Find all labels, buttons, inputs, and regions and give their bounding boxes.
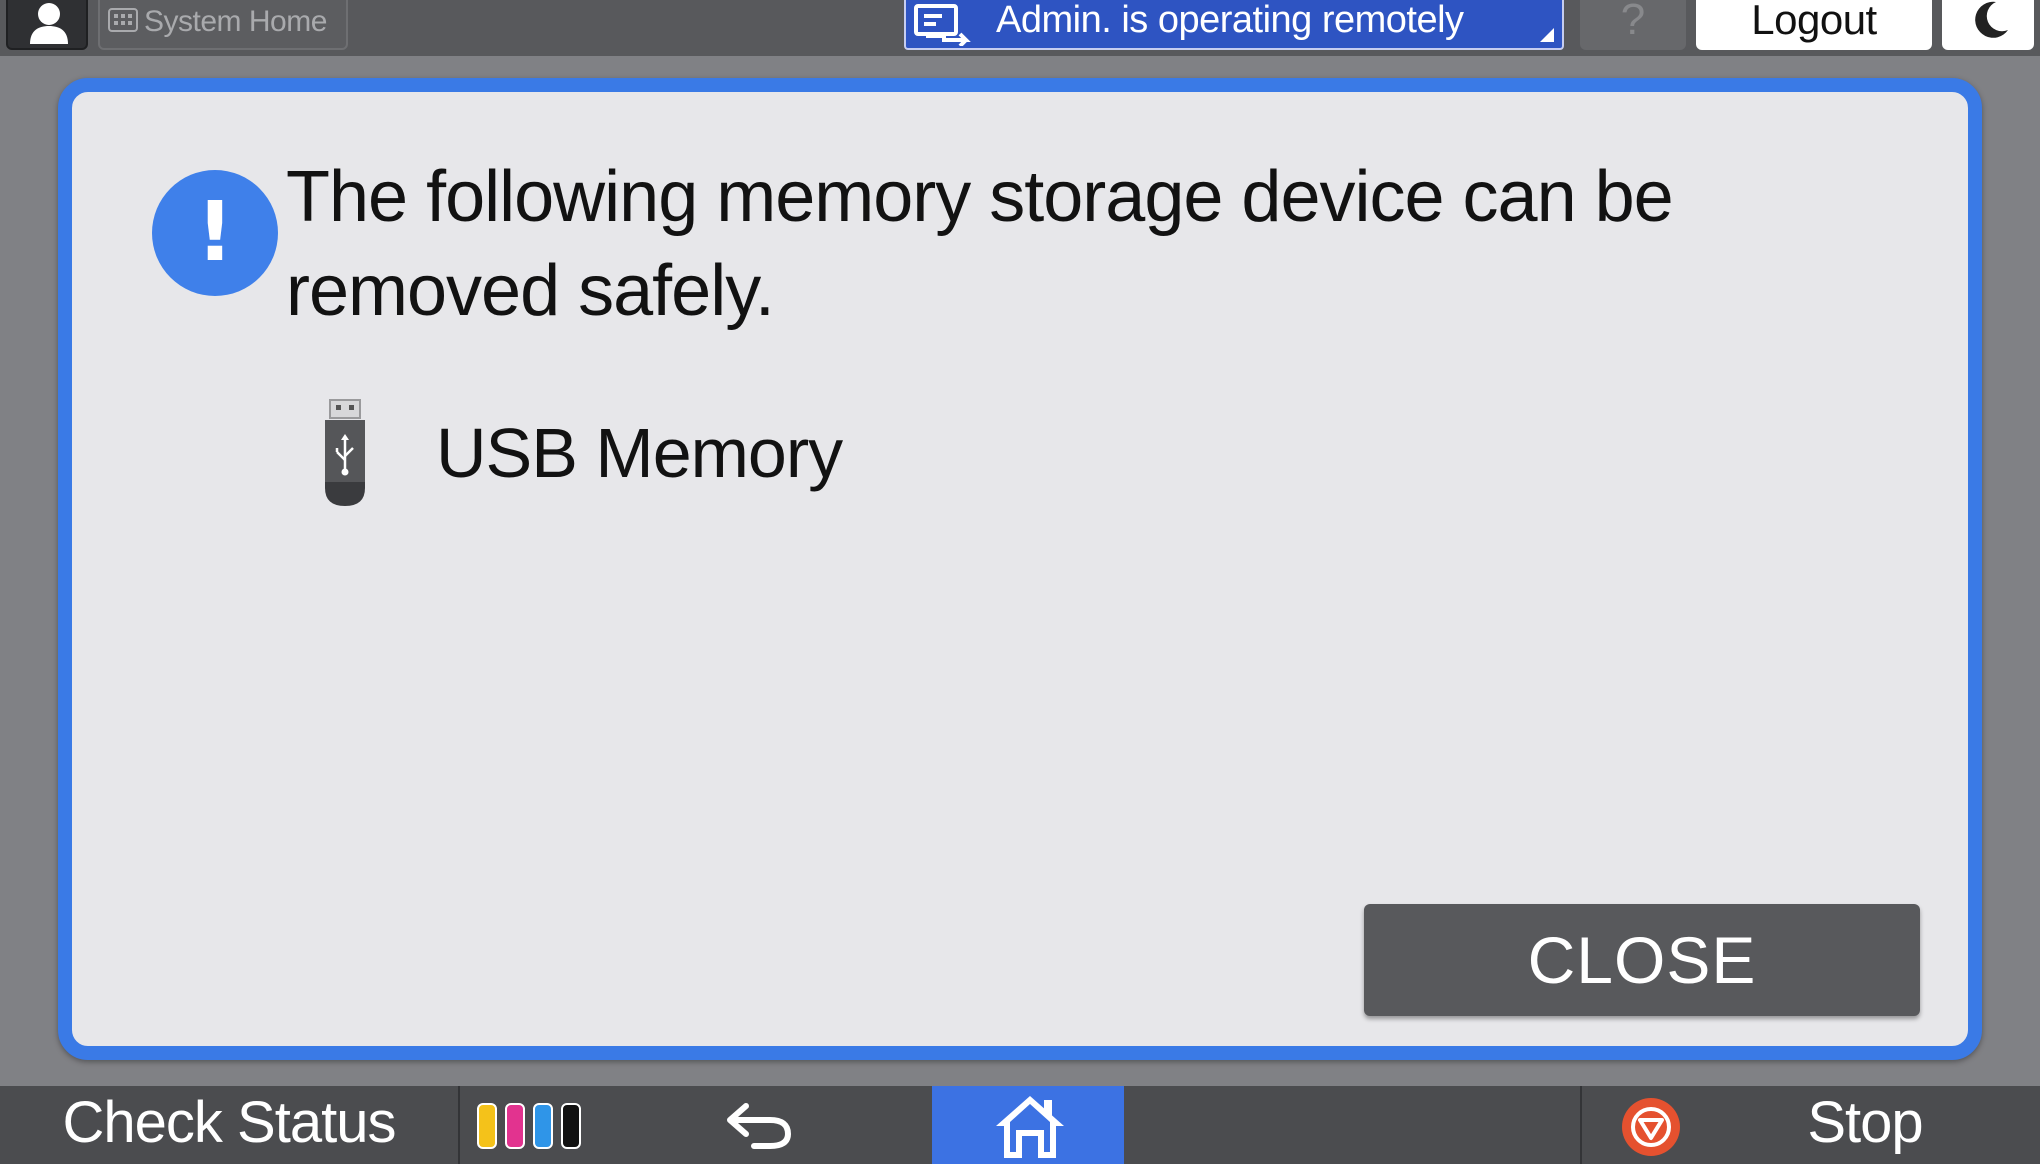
home-button[interactable] [932, 1086, 1124, 1164]
exclamation-icon: ! [152, 170, 278, 296]
top-bar: System Home Admin. is operating remotely… [0, 0, 2040, 56]
home-icon [996, 1096, 1064, 1158]
stop-button[interactable]: Stop [1780, 1086, 1950, 1160]
remote-operation-icon [914, 4, 971, 46]
system-home-button[interactable]: System Home [98, 0, 348, 50]
check-status-button[interactable]: Check Status [0, 1086, 458, 1164]
back-button[interactable] [690, 1086, 820, 1164]
close-button[interactable]: CLOSE [1364, 904, 1920, 1016]
toner-levels-icon[interactable] [476, 1102, 584, 1150]
moon-icon [1975, 1, 2008, 38]
device-name: USB Memory [436, 414, 843, 492]
energy-saver-button[interactable] [1942, 0, 2034, 50]
divider [458, 1086, 460, 1164]
help-button[interactable]: ? [1580, 0, 1686, 50]
removal-dialog: ! The following memory storage device ca… [58, 78, 1982, 1060]
remote-status-text: Admin. is operating remotely [996, 0, 1464, 41]
divider [1580, 1086, 1582, 1164]
dialog-message: The following memory storage device can … [286, 157, 1674, 331]
stop-icon[interactable] [1620, 1096, 1682, 1158]
back-arrow-icon [727, 1103, 792, 1149]
device-item: USB Memory [322, 398, 1022, 508]
user-button[interactable] [6, 0, 88, 50]
operation-panel-screen: System Home Admin. is operating remotely… [0, 0, 2040, 1164]
user-icon [30, 3, 68, 44]
usb-drive-icon [325, 399, 365, 506]
logout-button[interactable]: Logout [1696, 0, 1932, 50]
remote-operation-banner[interactable]: Admin. is operating remotely [904, 0, 1564, 50]
system-home-label: System Home [144, 5, 327, 38]
bottom-bar: Check Status Stop [0, 1086, 2040, 1164]
expand-corner-icon [1540, 28, 1554, 42]
grid-icon [108, 8, 138, 32]
